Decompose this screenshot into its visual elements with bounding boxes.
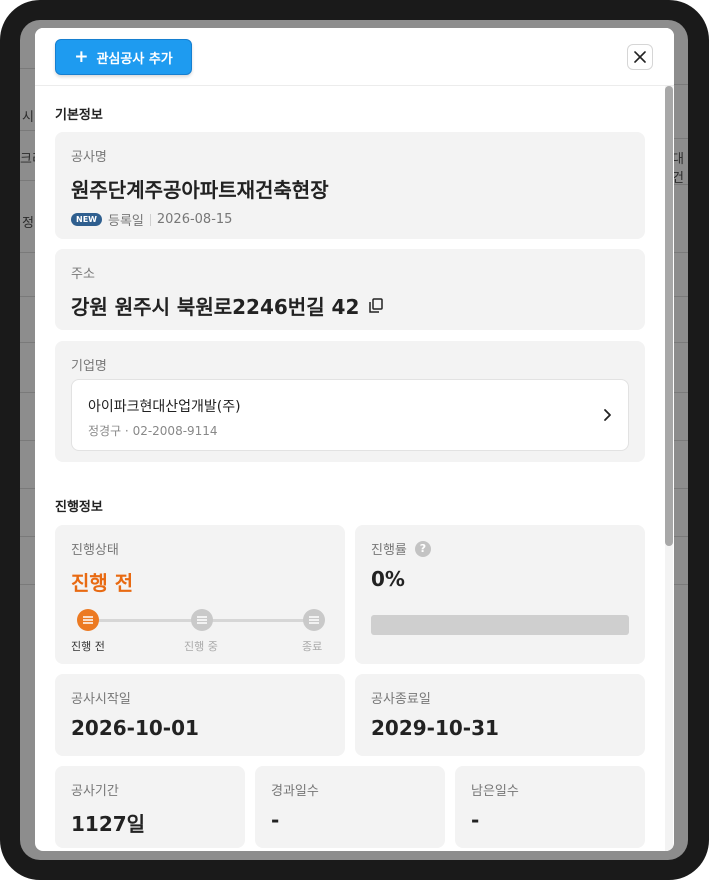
project-detail-modal: + 관심공사 추가 기본정보 공사명 원주단계주공아파트재건축현장 NEW 등록… bbox=[35, 28, 674, 851]
period-card: 공사기간 1127일 bbox=[55, 766, 245, 848]
step-list-icon bbox=[309, 616, 319, 624]
step-list-icon bbox=[197, 616, 207, 624]
rate-value: 0% bbox=[371, 567, 405, 591]
elapsed-value: - bbox=[271, 808, 280, 832]
close-button[interactable] bbox=[627, 44, 653, 70]
rate-label-row: 진행률 ? bbox=[371, 539, 431, 558]
company-contact: 정경구 · 02-2008-9114 bbox=[88, 424, 218, 438]
remaining-label: 남은일수 bbox=[471, 784, 519, 799]
background-text: 대건 bbox=[672, 152, 684, 186]
step-dot-before bbox=[77, 609, 99, 631]
company-label: 기업명 bbox=[71, 359, 107, 374]
registration-date: 2026-08-15 bbox=[156, 212, 233, 227]
step-label-ongoing: 진행 중 bbox=[184, 640, 218, 653]
rate-progress-bar bbox=[371, 615, 629, 635]
close-icon bbox=[634, 51, 646, 63]
address-value: 강원 원주시 북원로2246번길 42 bbox=[71, 295, 360, 319]
status-stepper: 진행 전 진행 중 종료 bbox=[71, 608, 329, 653]
rate-card: 진행률 ? 0% bbox=[355, 525, 645, 664]
add-favorite-project-button[interactable]: + 관심공사 추가 bbox=[55, 39, 192, 75]
rate-label: 진행률 bbox=[371, 543, 407, 558]
end-date-card: 공사종료일 2029-10-31 bbox=[355, 674, 645, 756]
step-dot-done bbox=[303, 609, 325, 631]
plus-icon: + bbox=[74, 46, 89, 67]
background-text: 시 bbox=[22, 110, 34, 125]
company-card: 기업명 아이파크현대산업개발(주) 정경구 · 02-2008-9114 bbox=[55, 341, 645, 462]
status-label: 진행상태 bbox=[71, 543, 119, 558]
period-value: 1127일 bbox=[71, 812, 146, 836]
step-list-icon bbox=[83, 616, 93, 624]
chevron-right-icon bbox=[604, 409, 611, 421]
status-card: 진행상태 진행 전 진행 전 진행 중 종료 bbox=[55, 525, 345, 664]
add-favorite-label: 관심공사 추가 bbox=[96, 51, 173, 67]
new-badge: NEW bbox=[71, 213, 102, 226]
start-date-card: 공사시작일 2026-10-01 bbox=[55, 674, 345, 756]
company-link[interactable]: 아이파크현대산업개발(주) 정경구 · 02-2008-9114 bbox=[71, 379, 629, 451]
remaining-value: - bbox=[471, 808, 480, 832]
step-label-done: 종료 bbox=[302, 640, 323, 653]
company-name: 아이파크현대산업개발(주) bbox=[88, 399, 241, 415]
scrollbar-thumb[interactable] bbox=[665, 86, 673, 546]
basic-info-title: 기본정보 bbox=[55, 108, 103, 123]
remaining-card: 남은일수 - bbox=[455, 766, 645, 848]
step-label-before: 진행 전 bbox=[71, 640, 105, 653]
registration-row: NEW 등록일 2026-08-15 bbox=[71, 210, 232, 229]
project-name-label: 공사명 bbox=[71, 150, 107, 165]
modal-body[interactable]: 기본정보 공사명 원주단계주공아파트재건축현장 NEW 등록일 2026-08-… bbox=[35, 86, 674, 851]
help-icon[interactable]: ? bbox=[414, 540, 431, 557]
copy-icon[interactable] bbox=[369, 298, 384, 313]
progress-info-title: 진행정보 bbox=[55, 500, 103, 515]
divider bbox=[149, 213, 151, 226]
address-card: 주소 강원 원주시 북원로2246번길 42 bbox=[55, 249, 645, 330]
start-date-value: 2026-10-01 bbox=[71, 716, 199, 740]
registration-label: 등록일 bbox=[107, 214, 144, 229]
device-frame: 시 크리 대건 정 + 관심공사 추가 기본정보 공사명 원주단계주공아파트재건… bbox=[0, 0, 709, 880]
elapsed-label: 경과일수 bbox=[271, 784, 319, 799]
period-label: 공사기간 bbox=[71, 784, 119, 799]
end-date-label: 공사종료일 bbox=[371, 692, 431, 707]
modal-header: + 관심공사 추가 bbox=[35, 28, 674, 86]
end-date-value: 2029-10-31 bbox=[371, 716, 499, 740]
address-label: 주소 bbox=[71, 267, 95, 282]
project-name-card: 공사명 원주단계주공아파트재건축현장 NEW 등록일 2026-08-15 bbox=[55, 132, 645, 239]
scrollbar[interactable] bbox=[665, 86, 673, 851]
step-dot-ongoing bbox=[191, 609, 213, 631]
elapsed-card: 경과일수 - bbox=[255, 766, 445, 848]
start-date-label: 공사시작일 bbox=[71, 692, 131, 707]
status-value: 진행 전 bbox=[71, 571, 134, 595]
background-text: 정 bbox=[22, 216, 34, 231]
project-name: 원주단계주공아파트재건축현장 bbox=[71, 178, 329, 202]
